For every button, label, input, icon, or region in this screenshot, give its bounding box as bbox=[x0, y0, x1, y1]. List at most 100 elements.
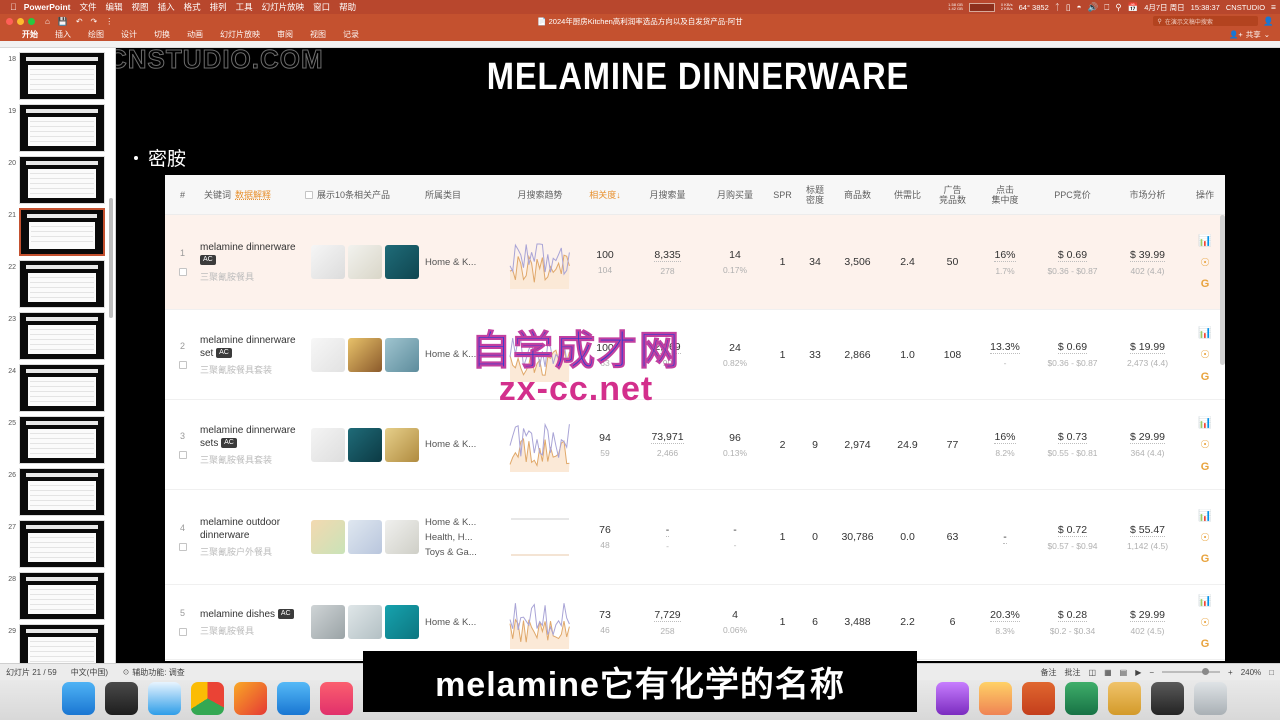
product-thumbnail[interactable] bbox=[311, 520, 345, 554]
slide-thumbnail-item[interactable]: 20 bbox=[0, 152, 115, 204]
zoom-level[interactable]: 240% bbox=[1241, 668, 1261, 677]
slide-thumbnail[interactable] bbox=[19, 468, 105, 516]
data-explain-link[interactable]: 数据解释 bbox=[235, 190, 271, 200]
menu-item-edit[interactable]: 编辑 bbox=[106, 1, 123, 13]
menu-item-format[interactable]: 格式 bbox=[184, 1, 201, 13]
header-product-count[interactable]: 商品数 bbox=[830, 190, 885, 200]
product-thumbnail[interactable] bbox=[348, 605, 382, 639]
view-slideshow-icon[interactable]: ▶ bbox=[1135, 668, 1141, 677]
tab-record[interactable]: 记录 bbox=[343, 29, 359, 40]
temperature-readout[interactable]: 64° 3852 bbox=[1019, 3, 1049, 12]
product-thumbnail[interactable] bbox=[348, 245, 382, 279]
product-thumbnail[interactable] bbox=[348, 427, 382, 462]
slide-thumbnail-item[interactable]: 23 bbox=[0, 308, 115, 360]
tab-transitions[interactable]: 切换 bbox=[154, 29, 170, 40]
table-scrollbar[interactable] bbox=[1220, 215, 1225, 365]
undo-icon[interactable]: ↶ bbox=[76, 17, 83, 26]
category-label[interactable]: Home & K... bbox=[425, 515, 476, 530]
menu-item-help[interactable]: 帮助 bbox=[339, 1, 356, 13]
product-thumbnail[interactable] bbox=[311, 605, 345, 639]
notes-button[interactable]: 备注 bbox=[1041, 667, 1057, 678]
keynote-icon[interactable] bbox=[979, 682, 1012, 715]
keyword-table[interactable]: # 关键词 数据解释 展示10条相关产品 所属类目 月搜索趋势 相关度 ↓ 月搜… bbox=[165, 175, 1225, 661]
tab-slideshow[interactable]: 幻灯片放映 bbox=[220, 29, 260, 40]
redo-icon[interactable]: ↷ bbox=[91, 17, 98, 26]
customize-toolbar-icon[interactable]: ⋮ bbox=[105, 17, 113, 26]
more-circle-icon[interactable]: ☉ bbox=[1198, 438, 1212, 452]
close-button[interactable] bbox=[6, 17, 13, 25]
tab-design[interactable]: 设计 bbox=[121, 29, 137, 40]
keyword-text[interactable]: melamine dinnerware AC bbox=[200, 241, 301, 267]
slide-thumbnail-item[interactable]: 25 bbox=[0, 412, 115, 464]
tab-view[interactable]: 视图 bbox=[310, 29, 326, 40]
network-stats[interactable]: 1.58 GB 1.42 GB bbox=[948, 2, 963, 12]
view-sorter-icon[interactable]: ▦ bbox=[1104, 668, 1112, 677]
menu-item-window[interactable]: 窗口 bbox=[313, 1, 330, 13]
row-checkbox[interactable] bbox=[178, 543, 187, 551]
table-row[interactable]: 5 melamine dishes AC 三聚氰胺餐具 Home & K... 73 46… bbox=[165, 585, 1225, 660]
account-avatar[interactable]: 👤 bbox=[1263, 16, 1274, 27]
maximize-button[interactable] bbox=[28, 17, 35, 25]
slide-thumbnail[interactable] bbox=[19, 260, 105, 308]
header-search-volume[interactable]: 月搜索量 bbox=[630, 190, 705, 200]
display-icon[interactable]: ▯ bbox=[1066, 2, 1071, 13]
slide-thumbnail-item[interactable]: 28 bbox=[0, 568, 115, 620]
slide-thumbnail-item[interactable]: 24 bbox=[0, 360, 115, 412]
slide-thumbnail[interactable] bbox=[19, 364, 105, 412]
product-thumbnail[interactable] bbox=[385, 245, 419, 279]
mail-icon[interactable] bbox=[277, 682, 310, 715]
cpu-stats[interactable]: 0 KB/s 2 KB/s bbox=[1001, 2, 1013, 12]
table-row[interactable]: 2 melamine dinnerware set AC 三聚氰胺餐具套装 Home … bbox=[165, 310, 1225, 400]
header-supply-demand[interactable]: 供需比 bbox=[885, 190, 930, 200]
trend-cell[interactable] bbox=[500, 509, 580, 565]
more-circle-icon[interactable]: ☉ bbox=[1198, 530, 1212, 544]
view-reading-icon[interactable]: ▤ bbox=[1120, 668, 1128, 677]
music-icon[interactable] bbox=[320, 682, 353, 715]
product-thumbnail[interactable] bbox=[385, 605, 419, 639]
category-label[interactable]: Toys & Ga... bbox=[425, 545, 477, 560]
view-normal-icon[interactable]: ◫ bbox=[1089, 668, 1097, 677]
apple-logo-icon[interactable]:  bbox=[10, 2, 17, 12]
slide-thumbnail[interactable] bbox=[19, 624, 105, 663]
row-checkbox[interactable] bbox=[178, 628, 187, 636]
google-icon[interactable]: G bbox=[1198, 370, 1212, 384]
wifi-icon[interactable]: ◓ bbox=[1077, 2, 1082, 12]
tab-review[interactable]: 审阅 bbox=[277, 29, 293, 40]
spotlight-search-icon[interactable]: ⚲ bbox=[1115, 2, 1121, 13]
table-row[interactable]: 3 melamine dinnerware sets AC 三聚氰胺餐具套装 Home… bbox=[165, 400, 1225, 490]
tab-draw[interactable]: 绘图 bbox=[88, 29, 104, 40]
minimize-button[interactable] bbox=[17, 17, 24, 25]
formatting-toolbar[interactable] bbox=[0, 41, 1280, 48]
slide-canvas[interactable]: CNSTUDIO.COM MELAMINE DINNERWARE 密胺 # 关键… bbox=[116, 48, 1280, 663]
menubar-time[interactable]: 15:38:37 bbox=[1191, 3, 1220, 12]
show-related-checkbox[interactable] bbox=[305, 190, 313, 199]
slide-thumbnail-item[interactable]: 26 bbox=[0, 464, 115, 516]
product-thumbnail[interactable] bbox=[311, 337, 345, 372]
product-thumbnail[interactable] bbox=[385, 337, 419, 372]
category-label[interactable]: Health, H... bbox=[425, 530, 473, 545]
menu-item-powerpoint[interactable]: PowerPoint bbox=[24, 2, 71, 12]
bluetooth-icon[interactable]: ᛏ bbox=[1055, 2, 1060, 12]
row-checkbox[interactable] bbox=[178, 268, 187, 276]
header-ppc[interactable]: PPC竞价 bbox=[1035, 190, 1110, 200]
menu-item-arrange[interactable]: 排列 bbox=[210, 1, 227, 13]
trend-cell[interactable] bbox=[500, 593, 580, 651]
zoom-slider[interactable] bbox=[1162, 668, 1221, 675]
product-thumbnail[interactable] bbox=[311, 245, 345, 279]
panel-scrollbar[interactable] bbox=[109, 198, 113, 318]
trend-cell[interactable] bbox=[500, 233, 580, 291]
slide-thumbnail[interactable] bbox=[19, 208, 105, 256]
status-language[interactable]: 中文(中国) bbox=[71, 667, 108, 678]
slide-thumbnail[interactable] bbox=[19, 520, 105, 568]
category-label[interactable]: Home & K... bbox=[425, 347, 476, 362]
category-label[interactable]: Home & K... bbox=[425, 437, 476, 452]
header-ad-competitors[interactable]: 广告 竞品数 bbox=[930, 185, 975, 205]
category-label[interactable]: Home & K... bbox=[425, 615, 476, 630]
header-spr[interactable]: SPR bbox=[765, 190, 800, 200]
google-icon[interactable]: G bbox=[1198, 552, 1212, 566]
slide-thumbnail-item[interactable]: 22 bbox=[0, 256, 115, 308]
slide-thumbnail-item[interactable]: 19 bbox=[0, 100, 115, 152]
product-thumbnail[interactable] bbox=[348, 337, 382, 372]
slide-thumbnail[interactable] bbox=[19, 572, 105, 620]
slide-thumbnail[interactable] bbox=[19, 52, 105, 100]
